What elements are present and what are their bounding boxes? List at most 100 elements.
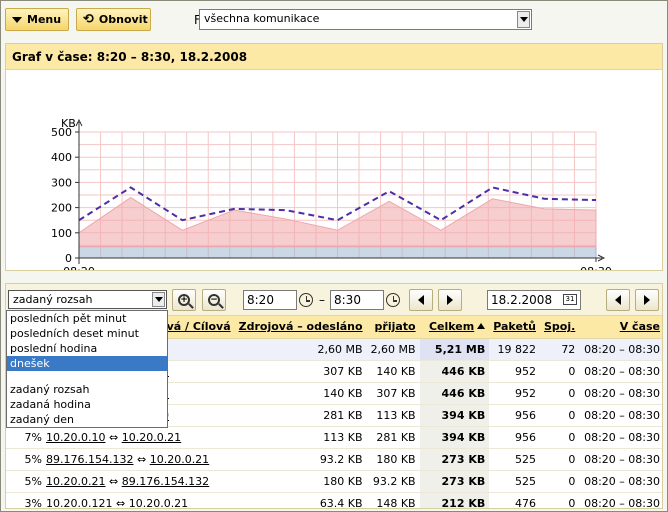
col-header-conns[interactable]: Spoj. [540, 316, 580, 339]
range-option[interactable]: zadaný rozsah [7, 382, 167, 397]
x-tick-label-end: 08:30 [580, 265, 612, 270]
received-cell: 281 KB [366, 426, 420, 449]
source-host-link[interactable]: 89.176.154.132 [46, 453, 133, 466]
col-header-time[interactable]: V čase [579, 316, 662, 339]
area-series-10-20-0-21 [78, 246, 597, 259]
col-header-total-label: Celkem [428, 320, 475, 334]
packets-cell: 952 [489, 382, 540, 405]
table-row[interactable]: 7% 10.20.0.10 ⇔ 10.20.0.21 113 KB 281 KB 394… [6, 426, 662, 449]
sent-cell: 113 KB [234, 426, 367, 449]
sent-cell: 180 KB [234, 470, 367, 493]
total-cell: 446 KB [419, 360, 490, 383]
menu-button-label: Menu [27, 13, 62, 26]
source-host-link[interactable]: 10.20.0.21 [46, 475, 105, 488]
total-cell: 394 KB [419, 426, 490, 449]
packets-cell: 525 [489, 448, 540, 471]
time-cell: 08:20 – 08:30 [579, 470, 662, 493]
packets-cell: 956 [489, 426, 540, 449]
time-prev-button[interactable] [409, 289, 433, 311]
col-header-received[interactable]: přijato [366, 316, 420, 339]
packets-cell: 956 [489, 404, 540, 427]
y-tick-label: 300 [51, 176, 72, 189]
calendar-icon[interactable]: 31 [563, 294, 577, 305]
received-cell: 93.2 KB [366, 470, 420, 493]
total-cell: 273 KB [419, 470, 490, 493]
filter-select-value: všechna komunikace [204, 12, 320, 25]
table-row[interactable]: 3% 10.20.0.121 ⇔ 10.20.0.21 63.4 KB 148 KB 2… [6, 492, 662, 509]
refresh-button[interactable]: ⟲ Obnovit [76, 8, 151, 31]
col-header-total[interactable]: Celkem [419, 316, 490, 339]
packets-cell: 525 [489, 470, 540, 493]
target-host-link[interactable]: 10.20.0.21 [129, 497, 188, 509]
target-host-link[interactable]: 89.176.154.132 [122, 475, 209, 488]
sent-cell: 307 KB [234, 360, 367, 383]
y-tick-label: 0 [65, 252, 72, 265]
source-host-link[interactable]: 10.20.0.10 [46, 431, 105, 444]
total-cell: 5,21 MB [419, 338, 490, 361]
arrow-right-icon [447, 295, 453, 305]
y-axis-label: KB [61, 117, 76, 130]
range-select[interactable]: zadaný rozsah [8, 290, 167, 309]
time-cell: 08:20 – 08:30 [579, 492, 662, 508]
y-tick-label: 400 [51, 151, 72, 164]
y-tick-label: 100 [51, 227, 72, 240]
range-option[interactable]: posledních deset minut [7, 326, 167, 341]
received-cell: 148 KB [366, 492, 420, 508]
total-cell: 446 KB [419, 382, 490, 405]
sent-cell: 140 KB [234, 382, 367, 405]
clock-icon[interactable] [386, 293, 400, 307]
zoom-out-button[interactable]: − [202, 289, 226, 311]
range-select-value: zadaný rozsah [13, 293, 93, 306]
conns-cell: 0 [540, 360, 580, 383]
total-cell: 273 KB [419, 448, 490, 471]
time-cell: 08:20 – 08:30 [579, 338, 662, 361]
total-cell: 212 KB [419, 492, 490, 508]
arrow-left-icon [418, 295, 424, 305]
range-option[interactable]: zadaný den [7, 412, 167, 427]
table-row[interactable]: 5% 89.176.154.132 ⇔ 10.20.0.21 93.2 KB 180 … [6, 448, 662, 471]
refresh-button-label: Obnovit [98, 13, 148, 26]
host-pair-cell: 3% 10.20.0.121 ⇔ 10.20.0.21 [6, 492, 235, 509]
share-percent: 5% [24, 474, 42, 488]
date-prev-button[interactable] [606, 289, 630, 311]
dropdown-separator [7, 371, 167, 382]
time-from-input[interactable]: 8:20 [243, 290, 297, 310]
col-header-sent[interactable]: Zdrojová – odesláno [234, 316, 367, 339]
sort-ascending-icon [477, 323, 486, 330]
table-row[interactable]: 5% 10.20.0.21 ⇔ 89.176.154.132 180 KB 93.2 … [6, 470, 662, 493]
col-header-packets[interactable]: Paketů [489, 316, 540, 339]
range-option[interactable]: dnešek [7, 356, 167, 371]
y-tick-label: 200 [51, 202, 72, 215]
chevron-down-icon [152, 292, 165, 307]
conns-cell: 0 [540, 404, 580, 427]
chevron-down-icon [12, 16, 22, 23]
time-next-button[interactable] [438, 289, 462, 311]
sent-cell: 281 KB [234, 404, 367, 427]
target-host-link[interactable]: 10.20.0.21 [150, 453, 209, 466]
date-next-button[interactable] [635, 289, 659, 311]
zoom-in-icon: + [178, 294, 190, 306]
date-input[interactable]: 18.2.2008 31 [487, 290, 581, 310]
range-option[interactable]: zadaná hodina [7, 397, 167, 412]
filter-select[interactable]: všechna komunikace [199, 9, 532, 30]
menu-button[interactable]: Menu [5, 8, 69, 31]
packets-cell: 952 [489, 360, 540, 383]
date-value: 18.2.2008 [491, 293, 553, 307]
clock-icon[interactable] [299, 293, 313, 307]
time-cell: 08:20 – 08:30 [579, 382, 662, 405]
target-host-link[interactable]: 10.20.0.21 [122, 431, 181, 444]
range-option[interactable]: poslední hodina [7, 341, 167, 356]
sent-cell: 2,60 MB [234, 338, 367, 361]
share-percent: 5% [24, 452, 42, 466]
time-cell: 08:20 – 08:30 [579, 448, 662, 471]
source-host-link[interactable]: 10.20.0.121 [46, 497, 112, 509]
range-option[interactable]: posledních pět minut [7, 311, 167, 326]
zoom-in-button[interactable]: + [172, 289, 196, 311]
bidirectional-arrow-icon: ⇔ [136, 452, 147, 466]
host-pair-cell: 5% 89.176.154.132 ⇔ 10.20.0.21 [6, 448, 235, 471]
bidirectional-arrow-icon: ⇔ [108, 430, 119, 444]
received-cell: 180 KB [366, 448, 420, 471]
share-percent: 3% [24, 496, 42, 509]
time-to-input[interactable]: 8:30 [330, 290, 384, 310]
received-cell: 140 KB [366, 360, 420, 383]
